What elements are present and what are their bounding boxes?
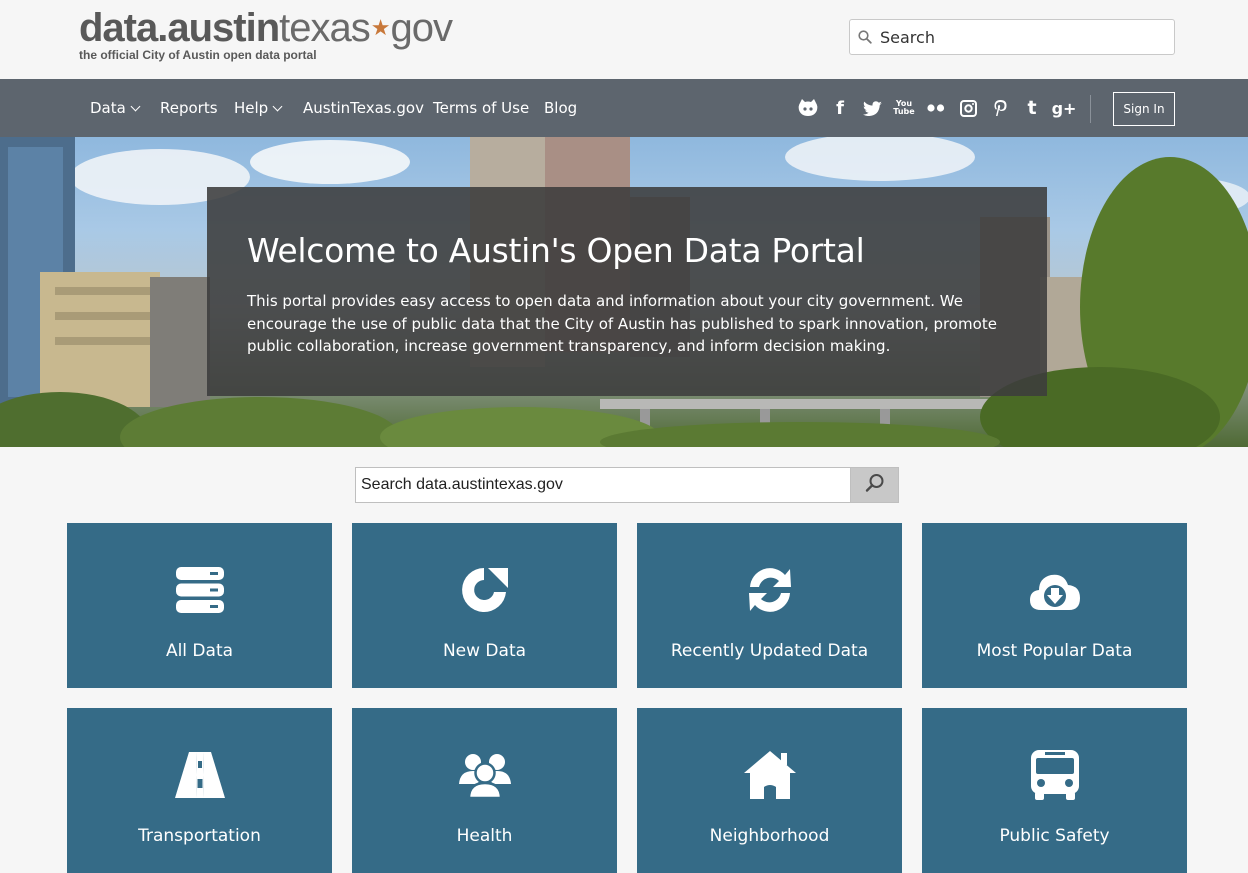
- star-icon: ★: [370, 15, 391, 40]
- nav-item-data[interactable]: Data: [90, 79, 141, 137]
- tile-public-safety[interactable]: Public Safety: [922, 708, 1187, 873]
- tile-label: All Data: [165, 641, 234, 661]
- google-plus-icon[interactable]: g+: [1051, 98, 1077, 118]
- nav-item-label: Data: [90, 99, 126, 117]
- logo-bold-text: data.austin: [79, 6, 280, 50]
- nav-item-austintexas-gov[interactable]: AustinTexas.gov: [303, 79, 424, 137]
- tile-most-popular-data[interactable]: Most Popular Data: [922, 523, 1187, 688]
- logo-tagline: the official City of Austin open data po…: [79, 48, 317, 62]
- road-icon: [67, 748, 332, 802]
- logo-light-text: texas: [279, 6, 371, 50]
- tile-label: New Data: [442, 641, 527, 661]
- main-search-button[interactable]: [850, 468, 898, 502]
- header-search-input[interactable]: [880, 27, 1160, 47]
- search-icon: [865, 473, 885, 497]
- flickr-icon[interactable]: [925, 98, 947, 118]
- nav-item-label: Blog: [544, 99, 578, 117]
- refresh-new-icon: [352, 563, 617, 617]
- tile-neighborhood[interactable]: Neighborhood: [637, 708, 902, 873]
- google-plus-glyph: g+: [1051, 98, 1077, 118]
- tile-label: Most Popular Data: [976, 641, 1133, 661]
- tumblr-glyph: t: [1027, 97, 1037, 119]
- nav-divider: [1090, 95, 1091, 123]
- tile-label: Transportation: [138, 826, 261, 846]
- cloud-download-icon: [922, 563, 1187, 617]
- main-search-input[interactable]: [356, 468, 850, 502]
- facebook-icon[interactable]: f: [829, 97, 851, 119]
- nav-item-label: AustinTexas.gov: [303, 99, 424, 117]
- tile-label: Public Safety: [999, 826, 1110, 846]
- chevron-down-icon: [272, 101, 283, 112]
- logo-wordmark: data.austintexas★gov: [79, 6, 453, 50]
- youtube-glyph: You Tube: [893, 99, 915, 116]
- site-header: data.austintexas★gov the official City o…: [0, 0, 1248, 79]
- header-search-box[interactable]: [849, 19, 1175, 55]
- search-icon: [850, 30, 880, 44]
- nav-item-help[interactable]: Help: [234, 79, 283, 137]
- tile-label: Neighborhood: [709, 826, 830, 846]
- hero-description: This portal provides easy access to open…: [247, 292, 997, 355]
- youtube-icon[interactable]: You Tube: [893, 98, 915, 118]
- logo-gov-text: gov: [390, 6, 453, 50]
- tile-recently-updated-data[interactable]: Recently Updated Data: [637, 523, 902, 688]
- pinterest-icon[interactable]: [989, 98, 1011, 118]
- tumblr-icon[interactable]: t: [1021, 97, 1043, 119]
- nav-item-label: Reports: [160, 99, 218, 117]
- tile-health[interactable]: Health: [352, 708, 617, 873]
- bus-icon: [922, 748, 1187, 802]
- hero-welcome-panel: Welcome to Austin's Open Data Portal Thi…: [207, 187, 1047, 396]
- nav-item-label: Help: [234, 99, 269, 117]
- sync-icon: [637, 563, 902, 617]
- people-icon: [352, 748, 617, 802]
- facebook-glyph: f: [836, 97, 844, 119]
- main-search-bar: [355, 467, 899, 503]
- tile-label: Health: [456, 826, 513, 846]
- site-logo[interactable]: data.austintexas★gov the official City o…: [79, 6, 453, 62]
- nav-item-label: Terms of Use: [433, 99, 530, 117]
- database-icon: [67, 563, 332, 617]
- chevron-down-icon: [130, 101, 141, 112]
- hero-banner: Welcome to Austin's Open Data Portal Thi…: [0, 137, 1248, 447]
- tile-transportation[interactable]: Transportation: [67, 708, 332, 873]
- twitter-icon[interactable]: [861, 98, 883, 118]
- instagram-icon[interactable]: [957, 98, 979, 118]
- nav-item-terms-of-use[interactable]: Terms of Use: [433, 79, 529, 137]
- tile-new-data[interactable]: New Data: [352, 523, 617, 688]
- tile-label: Recently Updated Data: [670, 641, 869, 661]
- hero-title: Welcome to Austin's Open Data Portal: [247, 231, 865, 270]
- sign-in-button[interactable]: Sign In: [1113, 92, 1175, 126]
- house-icon: [637, 748, 902, 802]
- github-icon[interactable]: [797, 98, 819, 118]
- nav-item-reports[interactable]: Reports: [160, 79, 218, 137]
- nav-item-blog[interactable]: Blog: [544, 79, 577, 137]
- tile-all-data[interactable]: All Data: [67, 523, 332, 688]
